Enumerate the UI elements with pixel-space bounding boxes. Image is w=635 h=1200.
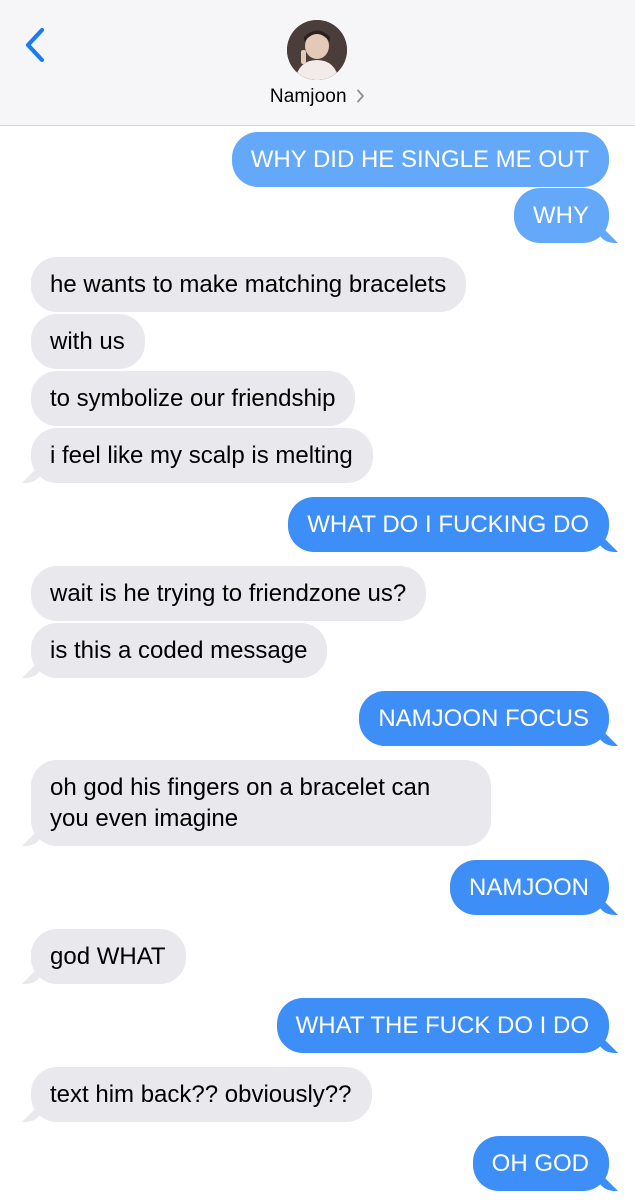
incoming-message[interactable]: he wants to make matching bracelets — [31, 257, 467, 312]
incoming-message[interactable]: i feel like my scalp is melting — [31, 428, 373, 483]
outgoing-message[interactable]: WHAT THE FUCK DO I DO — [276, 998, 609, 1053]
incoming-message[interactable]: to symbolize our friendship — [31, 371, 356, 426]
outgoing-message[interactable]: OH GOD — [472, 1136, 609, 1191]
outgoing-message[interactable]: WHY DID HE SINGLE ME OUT — [231, 132, 609, 187]
outgoing-message[interactable]: WHY — [514, 188, 609, 243]
incoming-message[interactable]: god WHAT — [31, 929, 186, 984]
incoming-message[interactable]: is this a coded message — [31, 623, 328, 678]
message-thread: WHY DID HE SINGLE ME OUT WHY he wants to… — [0, 0, 635, 1200]
outgoing-message[interactable]: NAMJOON — [450, 860, 609, 915]
incoming-message[interactable]: oh god his fingers on a bracelet can you… — [31, 760, 491, 846]
outgoing-message[interactable]: WHAT DO I FUCKING DO — [288, 497, 609, 552]
outgoing-message[interactable]: NAMJOON FOCUS — [359, 691, 609, 746]
incoming-message[interactable]: text him back?? obviously?? — [31, 1067, 372, 1122]
incoming-message[interactable]: with us — [31, 314, 145, 369]
incoming-message[interactable]: wait is he trying to friendzone us? — [31, 566, 427, 621]
